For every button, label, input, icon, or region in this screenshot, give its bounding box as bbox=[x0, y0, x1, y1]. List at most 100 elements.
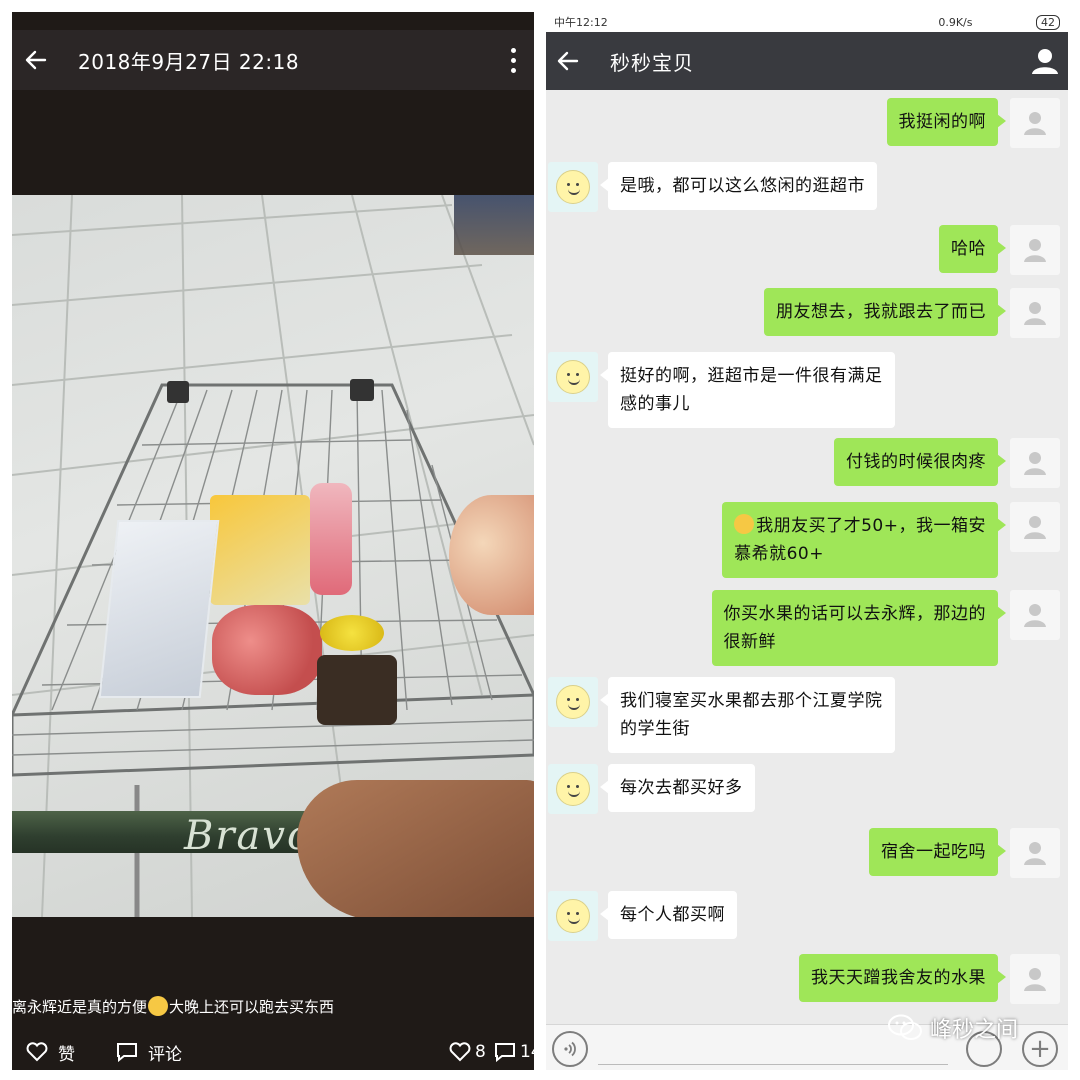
like-button[interactable]: 赞 bbox=[26, 1040, 75, 1065]
message-bubble[interactable]: 每次去都买好多 bbox=[600, 764, 755, 812]
my-avatar[interactable] bbox=[1010, 438, 1060, 488]
smiley-icon bbox=[556, 170, 590, 204]
message-sent: 付钱的时候很肉疼 bbox=[834, 438, 1068, 488]
message-received: 挺好的啊，逛超市是一件很有满足 感的事儿 bbox=[546, 352, 895, 428]
message-sent: 宿舍一起吃吗 bbox=[869, 828, 1068, 878]
more-actions-button[interactable]: + bbox=[1022, 1031, 1058, 1067]
message-received: 是哦，都可以这么悠闲的逛超市 bbox=[546, 162, 877, 212]
like-count-value: 8 bbox=[475, 1042, 486, 1062]
user-icon bbox=[1024, 452, 1046, 475]
more-options-icon[interactable] bbox=[498, 30, 528, 90]
user-icon bbox=[1024, 302, 1046, 325]
post-photo[interactable]: Bravo YH bbox=[12, 195, 534, 917]
status-bar: 中午12:12 0.9K/s 42 bbox=[546, 12, 1068, 32]
message-received: 每个人都买啊 bbox=[546, 891, 737, 941]
user-icon bbox=[1024, 968, 1046, 991]
status-right: 0.9K/s 42 bbox=[938, 14, 1060, 30]
back-arrow-icon bbox=[25, 50, 47, 70]
caption-text-1: 离永辉近是真的方便 bbox=[12, 998, 148, 1016]
contact-avatar[interactable] bbox=[548, 352, 598, 402]
chat-title: 秒秒宝贝 bbox=[610, 50, 694, 75]
drink-bottle bbox=[310, 483, 352, 595]
voice-input-button[interactable] bbox=[552, 1031, 588, 1067]
message-bubble[interactable]: 每个人都买啊 bbox=[600, 891, 737, 939]
contact-avatar[interactable] bbox=[548, 677, 598, 727]
photo-viewer-header: 2018年9月27日 22:18 bbox=[12, 30, 534, 90]
post-timestamp: 2018年9月27日 22:18 bbox=[78, 49, 300, 74]
store-shelf bbox=[454, 195, 534, 255]
back-button[interactable] bbox=[546, 32, 590, 90]
message-bubble[interactable]: 朋友想去，我就跟去了而已 bbox=[764, 288, 1006, 336]
back-button[interactable] bbox=[14, 30, 58, 90]
message-bubble[interactable]: 我挺闲的啊 bbox=[886, 98, 1006, 146]
message-sent: 你买水果的话可以去永辉，那边的 很新鲜 bbox=[711, 590, 1069, 666]
snack-bags bbox=[210, 495, 310, 605]
photo-viewer-panel: 2018年9月27日 22:18 Bravo 离永辉近是真的方便 大晚上还可以跑… bbox=[12, 12, 534, 1070]
message-sent: 我朋友买了才50+，我一箱安 慕希就60+ bbox=[722, 502, 1068, 578]
smiley-icon bbox=[556, 899, 590, 933]
contact-avatar[interactable] bbox=[548, 764, 598, 814]
message-bubble[interactable]: 挺好的啊，逛超市是一件很有满足 感的事儿 bbox=[600, 352, 895, 428]
user-icon bbox=[1024, 239, 1046, 262]
my-avatar[interactable] bbox=[1010, 98, 1060, 148]
contact-profile-icon[interactable] bbox=[1030, 46, 1060, 76]
back-arrow-icon bbox=[557, 51, 579, 71]
my-avatar[interactable] bbox=[1010, 828, 1060, 878]
post-actions: 赞 评论 8 14 bbox=[12, 1034, 534, 1070]
collage: 2018年9月27日 22:18 Bravo 离永辉近是真的方便 大晚上还可以跑… bbox=[0, 0, 1080, 1080]
laugh-cry-emoji-icon bbox=[734, 514, 755, 534]
contact-avatar[interactable] bbox=[548, 891, 598, 941]
user-icon bbox=[1024, 516, 1046, 539]
my-avatar[interactable] bbox=[1010, 502, 1060, 552]
message-bubble[interactable]: 你买水果的话可以去永辉，那边的 很新鲜 bbox=[711, 590, 1006, 666]
chat-panel: 中午12:12 0.9K/s 42 秒秒宝贝 我挺闲的啊 是哦，都可以这么悠闲的… bbox=[546, 12, 1068, 1070]
my-avatar[interactable] bbox=[1010, 288, 1060, 338]
contact-avatar[interactable] bbox=[548, 162, 598, 212]
wechat-logo-icon bbox=[888, 1014, 922, 1040]
my-avatar[interactable] bbox=[1010, 225, 1060, 275]
chat-header: 秒秒宝贝 bbox=[546, 32, 1068, 90]
message-bubble[interactable]: 宿舍一起吃吗 bbox=[869, 828, 1006, 876]
message-bubble[interactable]: 付钱的时候很肉疼 bbox=[834, 438, 1006, 486]
message-bubble[interactable]: 哈哈 bbox=[939, 225, 1006, 273]
heart-icon bbox=[26, 1042, 48, 1062]
heart-icon bbox=[449, 1042, 471, 1062]
apples-bag bbox=[212, 605, 322, 695]
voice-icon bbox=[564, 1041, 576, 1057]
status-time: 中午12:12 bbox=[554, 16, 608, 29]
comment-icon bbox=[117, 1043, 137, 1062]
my-avatar[interactable] bbox=[1010, 590, 1060, 640]
message-bubble[interactable]: 是哦，都可以这么悠闲的逛超市 bbox=[600, 162, 877, 210]
post-caption: 离永辉近是真的方便 大晚上还可以跑去买东西 bbox=[12, 992, 534, 1022]
message-sent: 我天天蹭我舍友的水果 bbox=[799, 954, 1068, 1004]
like-label: 赞 bbox=[58, 1044, 75, 1065]
smile-emoji-icon bbox=[148, 995, 169, 1016]
comment-label: 评论 bbox=[148, 1044, 182, 1065]
network-speed: 0.9K/s bbox=[938, 15, 973, 29]
tissue-box bbox=[98, 520, 220, 698]
message-bubble[interactable]: 我天天蹭我舍友的水果 bbox=[799, 954, 1006, 1002]
comment-count-value: 14 bbox=[520, 1042, 534, 1062]
message-sent: 我挺闲的啊 bbox=[886, 98, 1069, 148]
message-received: 我们寝室买水果都去那个江夏学院 的学生街 bbox=[546, 677, 895, 753]
user-icon bbox=[1024, 842, 1046, 865]
smiley-icon bbox=[556, 360, 590, 394]
battery-level: 42 bbox=[1036, 14, 1060, 30]
watermark: 峰秒之间 bbox=[888, 1012, 1018, 1044]
like-count[interactable]: 8 bbox=[449, 1042, 486, 1062]
caption-text-2: 大晚上还可以跑去买东西 bbox=[169, 998, 335, 1016]
cookie-tray bbox=[317, 655, 397, 725]
lemons bbox=[320, 615, 384, 651]
my-avatar[interactable] bbox=[1010, 954, 1060, 1004]
promo-sign bbox=[449, 495, 534, 615]
message-bubble[interactable]: 我们寝室买水果都去那个江夏学院 的学生街 bbox=[600, 677, 895, 753]
comment-count[interactable]: 14 bbox=[494, 1042, 534, 1062]
message-received: 每次去都买好多 bbox=[546, 764, 755, 814]
hand bbox=[297, 780, 534, 917]
comment-button[interactable]: 评论 bbox=[116, 1040, 182, 1065]
comment-icon bbox=[495, 1043, 515, 1062]
message-bubble[interactable]: 我朋友买了才50+，我一箱安 慕希就60+ bbox=[722, 502, 1006, 578]
plus-icon: + bbox=[1029, 1034, 1051, 1064]
watermark-text: 峰秒之间 bbox=[930, 1018, 1019, 1043]
message-sent: 哈哈 bbox=[939, 225, 1068, 275]
